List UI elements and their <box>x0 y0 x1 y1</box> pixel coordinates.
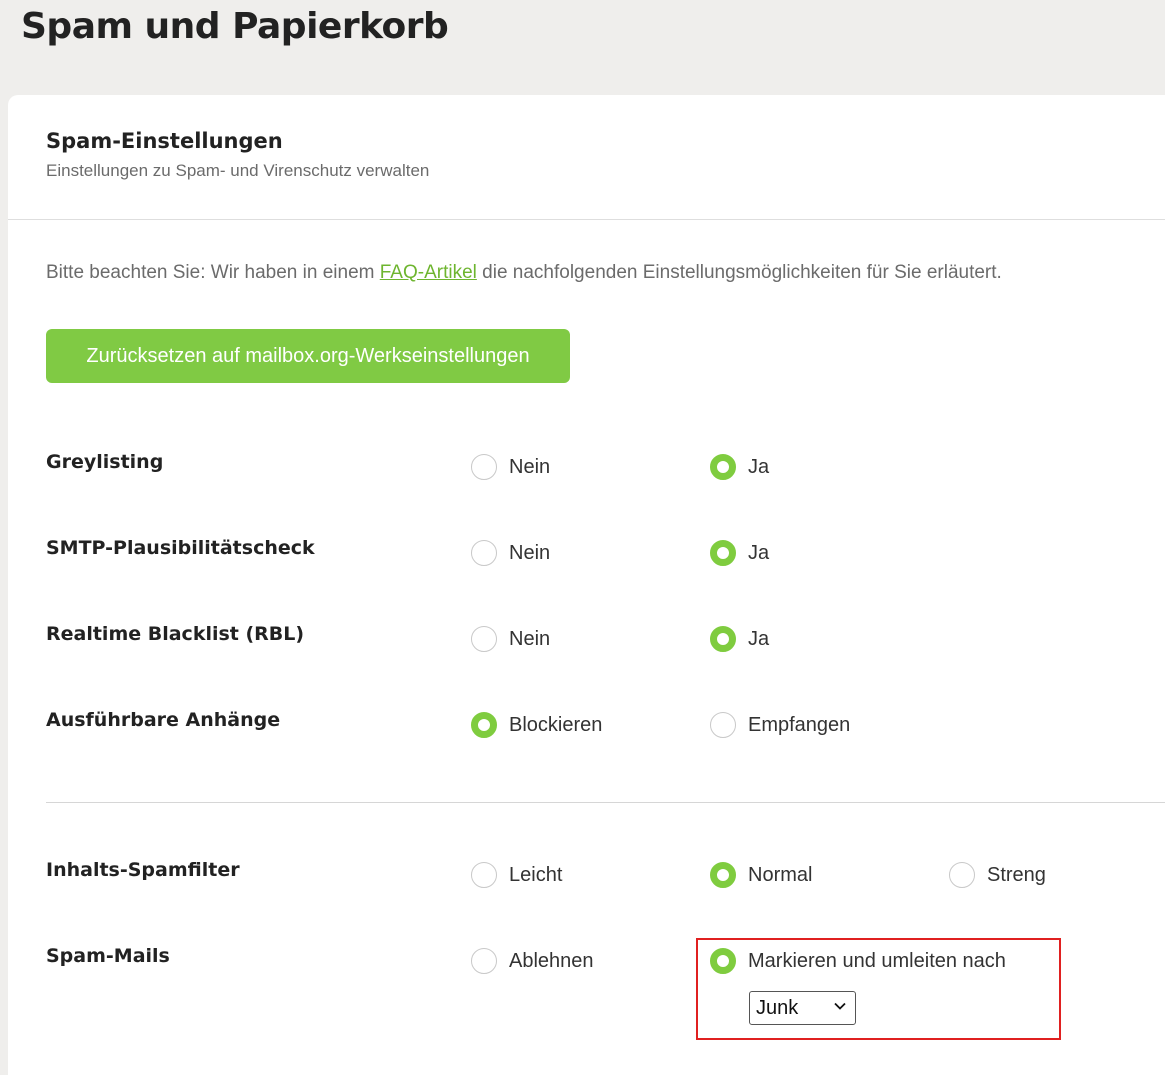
radio-checked-icon[interactable] <box>710 454 736 480</box>
smtp-check-option-ja[interactable]: Ja <box>710 540 769 566</box>
executable-attachments-label: Ausführbare Anhänge <box>46 709 281 731</box>
spamfilter-option-leicht[interactable]: Leicht <box>471 862 562 888</box>
card-title: Spam-Einstellungen <box>46 129 283 153</box>
chevron-down-icon <box>834 1002 846 1010</box>
option-label: Blockieren <box>509 713 603 736</box>
radio-icon[interactable] <box>471 454 497 480</box>
smtp-check-option-nein[interactable]: Nein <box>471 540 550 566</box>
radio-icon[interactable] <box>471 540 497 566</box>
option-label: Normal <box>748 863 813 886</box>
greylisting-option-ja[interactable]: Ja <box>710 454 769 480</box>
attachments-option-blockieren[interactable]: Blockieren <box>471 712 602 738</box>
radio-icon[interactable] <box>471 626 497 652</box>
radio-icon[interactable] <box>471 862 497 888</box>
page-title: Spam und Papierkorb <box>21 6 449 47</box>
option-label: Ja <box>748 541 770 564</box>
option-label: Nein <box>509 627 551 650</box>
smtp-check-label: SMTP-Plausibilitätscheck <box>46 537 315 559</box>
radio-checked-icon[interactable] <box>710 862 736 888</box>
spam-mails-option-ablehnen[interactable]: Ablehnen <box>471 948 594 974</box>
radio-icon[interactable] <box>710 712 736 738</box>
radio-checked-icon[interactable] <box>710 948 736 974</box>
header-divider <box>8 219 1165 220</box>
spamfilter-option-normal[interactable]: Normal <box>710 862 812 888</box>
radio-checked-icon[interactable] <box>471 712 497 738</box>
option-label: Ja <box>748 455 770 478</box>
option-label: Leicht <box>509 863 563 886</box>
rbl-option-ja[interactable]: Ja <box>710 626 769 652</box>
rbl-option-nein[interactable]: Nein <box>471 626 550 652</box>
spam-settings-card: Spam-Einstellungen Einstellungen zu Spam… <box>8 95 1165 1075</box>
faq-link[interactable]: FAQ-Artikel <box>380 262 477 283</box>
attachments-option-empfangen[interactable]: Empfangen <box>710 712 850 738</box>
card-subtitle: Einstellungen zu Spam- und Virenschutz v… <box>46 161 430 180</box>
option-label: Markieren und umleiten nach <box>748 949 1006 972</box>
radio-icon[interactable] <box>949 862 975 888</box>
content-spamfilter-label: Inhalts-Spamfilter <box>46 859 240 881</box>
spam-folder-value: Junk <box>756 996 799 1019</box>
notice-text-after: die nachfolgenden Einstellungsmöglichkei… <box>476 262 1002 283</box>
spam-folder-select[interactable]: Junk <box>749 991 856 1025</box>
greylisting-label: Greylisting <box>46 451 164 473</box>
option-label: Ja <box>748 627 770 650</box>
faq-notice: Bitte beachten Sie: Wir haben in einem F… <box>46 262 1002 284</box>
option-label: Empfangen <box>748 713 851 736</box>
option-label: Nein <box>509 541 551 564</box>
notice-text-before: Bitte beachten Sie: Wir haben in einem <box>46 262 380 283</box>
spamfilter-option-streng[interactable]: Streng <box>949 862 1046 888</box>
radio-checked-icon[interactable] <box>710 626 736 652</box>
card-header: Spam-Einstellungen Einstellungen zu Spam… <box>46 129 429 181</box>
spam-mails-option-markieren[interactable]: Markieren und umleiten nach <box>710 948 1006 974</box>
option-label: Nein <box>509 455 551 478</box>
radio-checked-icon[interactable] <box>710 540 736 566</box>
option-label: Streng <box>987 863 1046 886</box>
radio-icon[interactable] <box>471 948 497 974</box>
section-divider <box>46 802 1165 803</box>
reset-defaults-button[interactable]: Zurücksetzen auf mailbox.org-Werkseinste… <box>46 329 570 383</box>
option-label: Ablehnen <box>509 949 594 972</box>
rbl-label: Realtime Blacklist (RBL) <box>46 623 305 645</box>
spam-mails-label: Spam-Mails <box>46 945 170 967</box>
greylisting-option-nein[interactable]: Nein <box>471 454 550 480</box>
